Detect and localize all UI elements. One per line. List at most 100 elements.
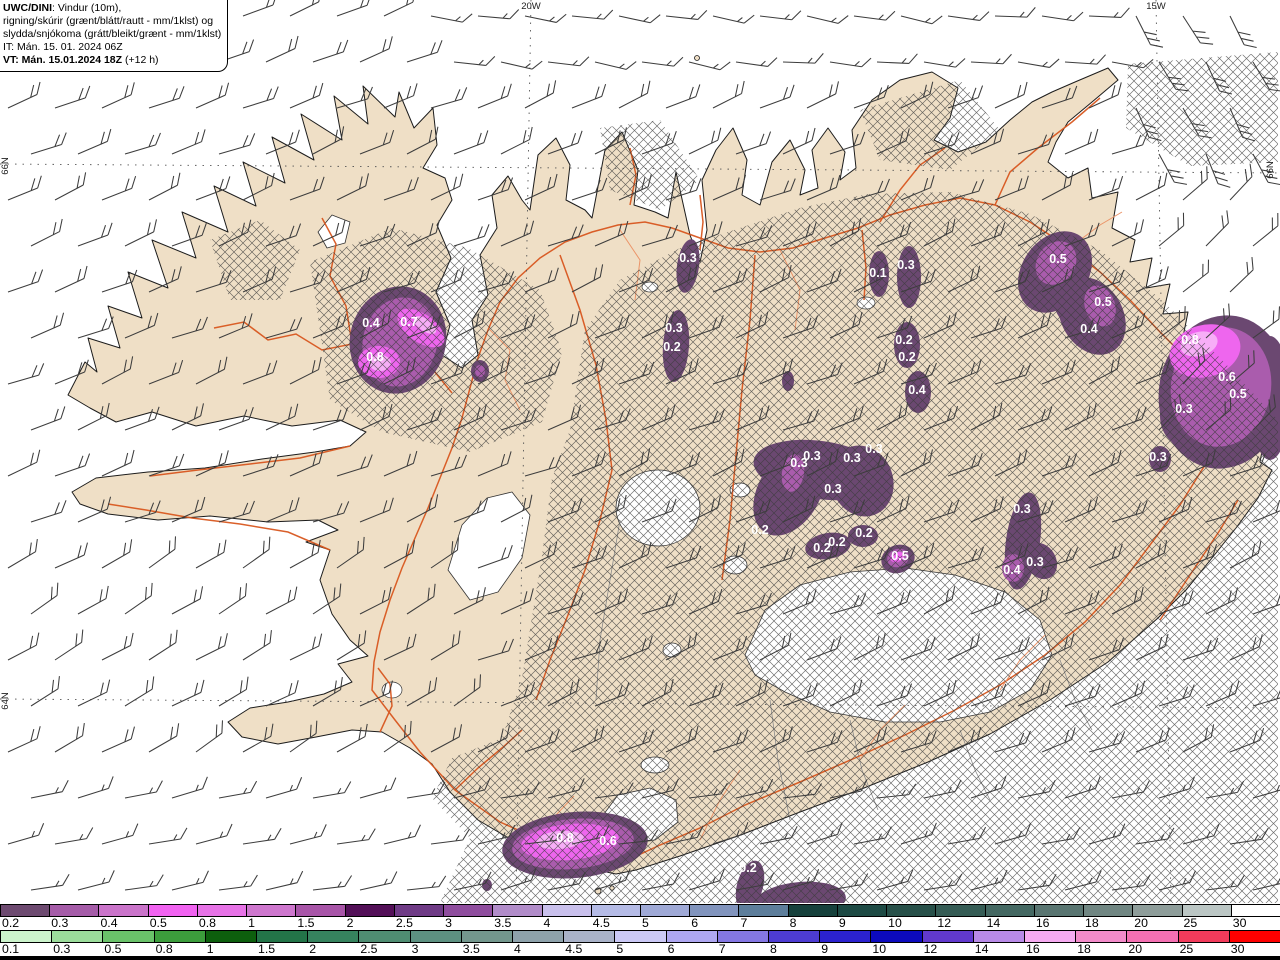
colorbar-tick-label: 0.8 <box>198 916 217 930</box>
precip-value-label: 0.5 <box>1229 387 1246 401</box>
colorbar-cell <box>935 905 985 916</box>
colorbar-tick-label: 1.5 <box>258 942 276 956</box>
precip-value-label: 0.3 <box>843 451 860 465</box>
precip-value-label: 0.1 <box>869 266 886 280</box>
colorbar-cell <box>98 905 148 916</box>
colorbar-tick-label: 4.5 <box>565 942 583 956</box>
colorbar-cell <box>196 905 247 916</box>
precip-value-label: 0.3 <box>1149 450 1166 464</box>
colorbar-cell <box>1024 931 1076 942</box>
colorbar-tick-label: 9 <box>838 916 846 930</box>
colorbar-cell <box>1228 931 1280 942</box>
colorbar-tick-label: 0.3 <box>51 916 69 930</box>
colorbar-cell <box>614 931 666 942</box>
colorbar-cell <box>738 905 788 916</box>
colorbar-tick-label: 4 <box>514 942 521 956</box>
colorbar-cell <box>0 905 50 916</box>
colorbar-cell <box>665 931 717 942</box>
colorbar-tick-label: 10 <box>888 916 902 930</box>
precip-value-label: 0.3 <box>665 321 682 335</box>
colorbar-tick-label: 6 <box>691 916 699 930</box>
precip-value-label: 0.2 <box>828 535 845 549</box>
colorbar-tick-label: 0.2 <box>2 916 20 930</box>
colorbar-tick-label: 6 <box>667 942 675 956</box>
colorbar-cell <box>639 905 690 916</box>
colorbar-tick-label: 7 <box>718 942 726 956</box>
colorbar-cell <box>443 905 493 916</box>
colorbar-cell <box>147 905 197 916</box>
graticule-label: 66N <box>1265 161 1276 179</box>
colorbar-tick-label: 18 <box>1085 916 1099 930</box>
precip-value-label: 0.3 <box>1175 402 1192 416</box>
colorbar-cell <box>460 931 512 942</box>
colorbar-tick-label: 3.5 <box>462 942 480 956</box>
colorbar-cell <box>590 905 640 916</box>
colorbar-tick-label: 2 <box>346 916 354 930</box>
colorbar-cell <box>819 931 871 942</box>
colorbar-tick-label: 0.1 <box>2 942 20 956</box>
colorbar-tick-label: 0.4 <box>100 916 118 930</box>
precip-value-label: 0.2 <box>663 340 680 354</box>
colorbar-cell <box>972 931 1024 942</box>
colorbar-tick-label: 3 <box>445 916 452 930</box>
colorbar-tick-label: 16 <box>1026 942 1040 956</box>
colorbar-tick-label: 30 <box>1230 942 1245 956</box>
colorbar-tick-label: 12 <box>923 942 938 956</box>
colorbar-cell <box>716 931 768 942</box>
colorbar-cell <box>0 931 52 942</box>
colorbar-tick-label: 25 <box>1183 916 1198 930</box>
legend-line-init-time: IT: Mán. 15. 01. 2024 06Z <box>3 41 123 53</box>
colorbar-cell <box>787 905 837 916</box>
colorbar-tick-label: 4 <box>543 916 551 930</box>
model-name: UWC/DINI <box>3 2 52 14</box>
precip-value-label: 0.2 <box>739 861 756 875</box>
colorbar-cell <box>886 905 936 916</box>
precip-value-label: 0.5 <box>1094 295 1111 309</box>
precip-value-label: 0.2 <box>751 523 768 537</box>
graticule-label: 66N <box>0 157 11 175</box>
colorbar-tick-label: 2 <box>309 942 317 956</box>
precip-value-label: 0.2 <box>855 526 872 540</box>
colorbar-tick-label: 18 <box>1077 942 1091 956</box>
precip-value-label: 0.6 <box>599 834 616 848</box>
colorbar-tick-label: 2.5 <box>395 916 413 930</box>
colorbar-cell <box>51 931 103 942</box>
precip-value-label: 0.5 <box>1049 252 1066 266</box>
colorbar-tick-label: 8 <box>770 942 777 956</box>
graticule-label: 15W <box>1146 1 1166 12</box>
title-legend-box: UWC/DINI: Vindur (10m), rigning/skúrir (… <box>0 0 229 72</box>
rain-colorbar-labels: 0.1 0.3 0.5 0.8 1 1.5 2 2.5 3 3.5 4 4.5 5 6 7 8 9 10 12 14 1… <box>0 943 1280 956</box>
colorbar-cell <box>563 931 615 942</box>
colorbar-cell <box>344 905 394 916</box>
colorbar-tick-label: 1 <box>206 942 214 956</box>
colorbar-cell <box>1181 905 1231 916</box>
colorbar-cell <box>307 931 359 942</box>
precip-value-label: 0.7 <box>400 315 417 329</box>
colorbar-tick-label: 0.5 <box>104 942 122 956</box>
colorbar-tick-label: 7 <box>740 916 748 930</box>
precip-value-label: 0.8 <box>556 831 573 845</box>
precip-value-label: 0.5 <box>891 549 908 563</box>
colorbar-tick-label: 3.5 <box>494 916 512 930</box>
colorbar-tick-label: 3 <box>411 942 419 956</box>
graticule-label: 64N <box>0 692 11 710</box>
precip-value-label: 0.4 <box>1080 322 1097 336</box>
precip-value-label: 0.3 <box>803 449 820 463</box>
colorbar-cell <box>921 931 973 942</box>
bottom-border-strip <box>0 956 1280 960</box>
colorbar-tick-label: 4.5 <box>592 916 610 930</box>
colorbar-tick-label: 30 <box>1232 916 1247 930</box>
colorbar-cell <box>836 905 887 916</box>
precip-value-label: 0.3 <box>865 442 882 456</box>
colorbar-cell <box>393 905 444 916</box>
colorbar-cell <box>768 931 820 942</box>
colorbar-tick-label: 12 <box>937 916 952 930</box>
colorbar-tick-label: 14 <box>986 916 1001 930</box>
legend-line-valid-time: VT: Mán. 15.01.2024 18Z (+12 h) <box>3 54 159 66</box>
colorbar-tick-label: 9 <box>821 942 829 956</box>
colorbar-tick-label: 20 <box>1134 916 1148 930</box>
colorbar-cell <box>512 931 564 942</box>
colorbar-tick-label: 10 <box>872 942 887 956</box>
colorbar-cell <box>102 931 154 942</box>
colorbar-cell <box>153 931 205 942</box>
